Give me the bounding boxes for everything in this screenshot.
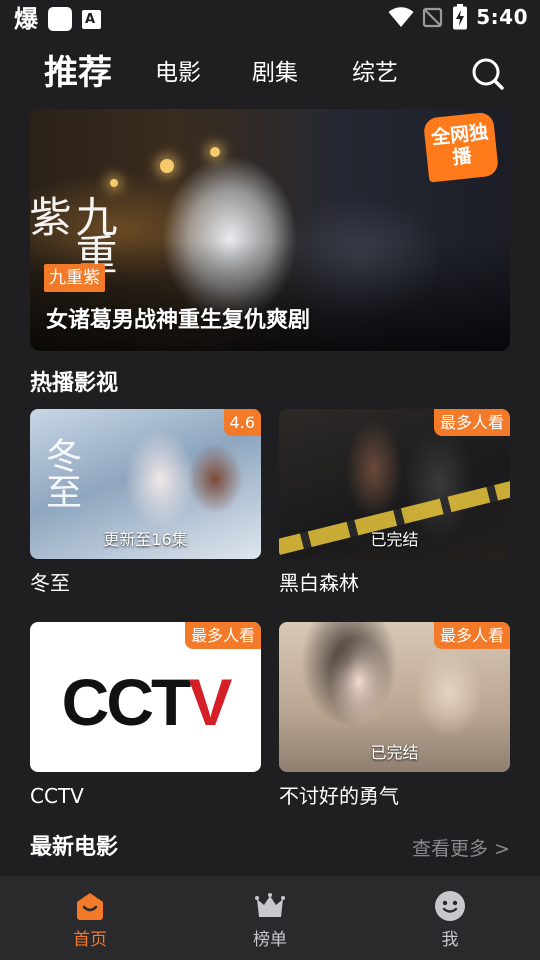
status-bar: 爆 5:40 [0, 0, 540, 38]
cctv-logo-accent: V [188, 665, 232, 739]
episode-status: 已完结 [370, 530, 419, 549]
show-poster: 最多人看 已完结 [279, 622, 510, 772]
no-signal-icon [423, 7, 443, 28]
nav-me-label: 我 [441, 930, 459, 950]
show-card-yongqi[interactable]: 最多人看 已完结 不讨好的勇气 [279, 622, 510, 810]
banner-show-tag: 九重紫 [44, 264, 105, 292]
tab-series[interactable]: 剧集 [252, 44, 298, 102]
wifi-icon [388, 7, 414, 27]
tab-recommend[interactable]: 推荐 [44, 44, 112, 102]
show-title: 不讨好的勇气 [279, 784, 399, 808]
popular-badge: 最多人看 [433, 622, 510, 649]
show-poster: 冬至 4.6 更新至16集 [30, 409, 261, 559]
see-more-link[interactable]: 查看更多 > [412, 836, 510, 862]
exclusive-badge: 全网独播 [422, 111, 500, 183]
cctv-logo: CCTV [61, 665, 233, 739]
show-title: 冬至 [30, 571, 70, 595]
popular-badge: 最多人看 [184, 622, 261, 649]
featured-banner[interactable]: 九重紫 全网独播 九重紫 女诸葛男战神重生复仇爽剧 [30, 109, 510, 351]
top-nav: 推荐 电影 剧集 综艺 [0, 44, 540, 102]
show-title: CCTV [30, 784, 84, 808]
clock: 5:40 [476, 5, 528, 29]
battery-charging-icon [453, 4, 468, 30]
show-card-cctv[interactable]: CCTV 最多人看 CCTV [30, 622, 261, 810]
poster-calligraphy: 冬至 [40, 437, 81, 509]
app-notification-char: 爆 [14, 5, 38, 33]
episode-status: 更新至16集 [103, 530, 188, 549]
search-icon [472, 58, 504, 90]
show-card-dongzhi[interactable]: 冬至 4.6 更新至16集 冬至 [30, 409, 261, 597]
show-card-heibai[interactable]: 最多人看 已完结 黑白森林 [279, 409, 510, 597]
crown-icon [255, 893, 285, 917]
bottom-nav: 首页 榜单 我 [0, 876, 540, 960]
nav-me[interactable]: 我 [390, 876, 510, 960]
show-poster: CCTV 最多人看 [30, 622, 261, 772]
status-left: 爆 [14, 5, 101, 33]
popular-badge: 最多人看 [433, 409, 510, 436]
episode-status: 已完结 [370, 743, 419, 762]
tab-movies[interactable]: 电影 [155, 44, 201, 102]
nav-home-label: 首页 [73, 930, 107, 950]
status-right: 5:40 [388, 4, 528, 30]
show-title: 黑白森林 [279, 571, 359, 595]
smiley-icon [435, 891, 465, 921]
nav-rankings[interactable]: 榜单 [210, 876, 330, 960]
nav-rankings-label: 榜单 [253, 930, 287, 950]
search-button[interactable] [470, 56, 506, 92]
section-title-new-movies: 最新电影 [30, 835, 119, 860]
home-icon [77, 893, 103, 920]
tab-variety[interactable]: 综艺 [352, 44, 398, 102]
notification-square-icon [48, 7, 72, 31]
show-poster: 最多人看 已完结 [279, 409, 510, 559]
banner-title: 女诸葛男战神重生复仇爽剧 [46, 308, 311, 333]
section-title-hot: 热播影视 [30, 371, 119, 396]
nav-home[interactable]: 首页 [30, 876, 150, 960]
rating-badge: 4.6 [223, 409, 261, 436]
notification-a-icon [82, 9, 101, 29]
